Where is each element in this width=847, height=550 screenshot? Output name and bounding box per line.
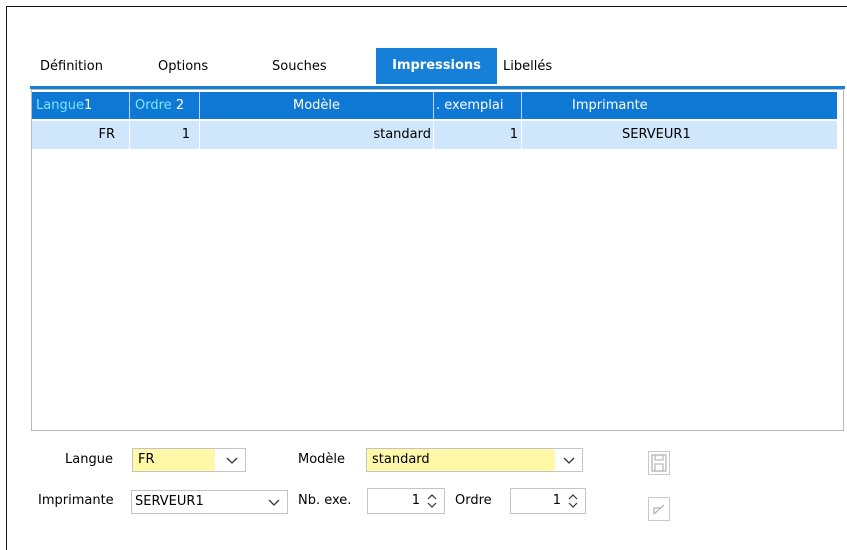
undo-icon (653, 504, 665, 515)
modele-select[interactable]: standard (366, 448, 583, 472)
nb-exe-value: 1 (411, 493, 420, 508)
langue-select[interactable]: FR (132, 448, 246, 472)
column-header-imprimante[interactable]: Imprimante (522, 92, 837, 119)
chevron-down-icon[interactable] (267, 495, 281, 509)
nb-exe-stepper[interactable]: 1 (367, 488, 445, 514)
undo-button[interactable] (648, 497, 670, 521)
tab-souches[interactable]: Souches (272, 59, 327, 81)
imprimante-value: SERVEUR1 (135, 494, 204, 509)
tab-bar: Définition Options Souches Impressions L… (30, 45, 845, 87)
impressions-grid[interactable]: Langue1 Ordre 2 Modèle . exemplai Imprim… (31, 89, 844, 431)
grid-header: Langue1 Ordre 2 Modèle . exemplai Imprim… (32, 92, 837, 119)
spin-arrows-icon[interactable] (426, 492, 438, 510)
sort-indicator: 2 (175, 98, 185, 113)
ordre-label: Ordre (455, 493, 492, 508)
cell-ordre: 1 (130, 121, 200, 149)
cell-langue: FR (32, 121, 130, 149)
modele-label: Modèle (298, 452, 346, 467)
imprimante-select[interactable]: SERVEUR1 (131, 490, 288, 514)
save-button[interactable] (648, 451, 670, 475)
cell-imprimante: SERVEUR1 (622, 127, 691, 142)
modele-value: standard (367, 449, 555, 471)
nb-exe-label: Nb. exe. (298, 493, 352, 508)
chevron-down-icon[interactable] (225, 453, 239, 467)
cell-exemplaires: 1 (434, 121, 522, 149)
save-icon (651, 454, 667, 472)
spin-arrows-icon[interactable] (567, 492, 579, 510)
cell-modele: standard (200, 121, 434, 149)
table-row[interactable]: FR 1 standard 1 SERVEUR1 (32, 121, 837, 149)
tab-impressions[interactable]: Impressions (376, 48, 497, 84)
column-header-exemplaires[interactable]: . exemplai (434, 92, 522, 119)
tab-libelles[interactable]: Libellés (503, 59, 552, 81)
tab-definition[interactable]: Définition (40, 59, 103, 81)
tab-options[interactable]: Options (158, 59, 208, 81)
chevron-down-icon[interactable] (562, 453, 576, 467)
column-header-ordre[interactable]: Ordre 2 (130, 92, 200, 119)
ordre-stepper[interactable]: 1 (510, 488, 586, 514)
langue-label: Langue (65, 452, 113, 467)
imprimante-label: Imprimante (38, 493, 114, 508)
langue-value: FR (133, 449, 215, 471)
ordre-value: 1 (552, 493, 561, 508)
column-header-langue[interactable]: Langue1 (32, 92, 130, 119)
column-header-modele[interactable]: Modèle (200, 92, 434, 119)
sort-indicator: 1 (83, 98, 93, 113)
